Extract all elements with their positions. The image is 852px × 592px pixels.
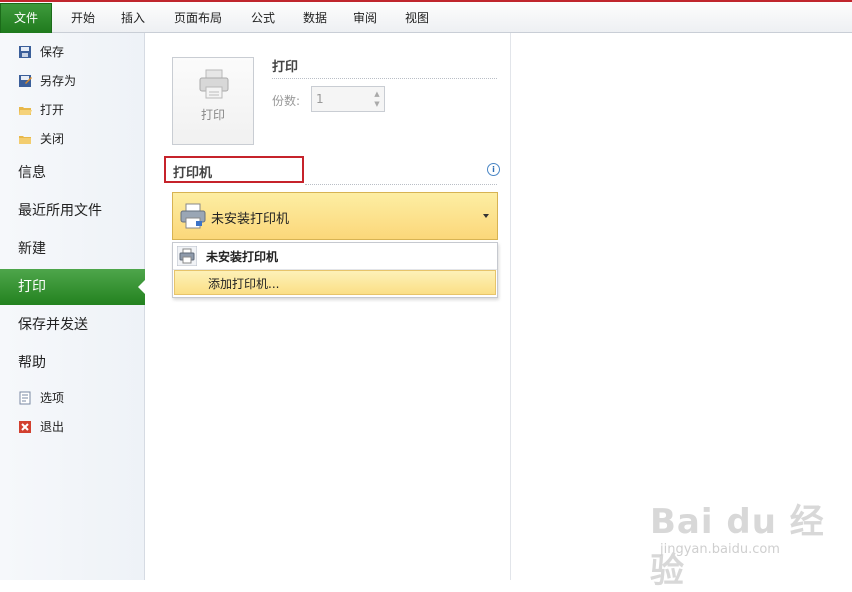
copies-value: 1 [316,92,324,106]
save-icon [19,46,31,58]
close-folder-icon [19,136,31,144]
sidebar-item-label: 信息 [18,165,46,181]
chevron-down-icon [483,214,489,218]
print-button-label: 打印 [200,108,225,122]
print-section-title: 打印 [272,60,299,75]
copies-label: 份数: [272,94,301,108]
sidebar-item-save-as[interactable]: 另存为 [0,68,145,94]
menu-item-label: 添加打印机... [208,277,280,291]
printer-icon [199,69,229,99]
tab-home[interactable]: 开始 [58,4,108,32]
printer-icon [177,246,197,266]
printer-dropdown-menu: 未安装打印机 添加打印机... [172,242,498,298]
printer-section-title: 打印机 [173,166,213,181]
watermark-url: jingyan.baidu.com [660,542,780,557]
options-icon [19,391,31,405]
tab-view[interactable]: 视图 [394,4,440,32]
tab-formulas[interactable]: 公式 [240,4,286,32]
menu-item-no-printer[interactable]: 未安装打印机 [173,243,497,270]
printer-dropdown-value: 未安装打印机 [211,212,290,227]
sidebar-item-label: 选项 [40,391,65,405]
sidebar-item-options[interactable]: 选项 [0,385,145,411]
spin-down-icon[interactable]: ▼ [372,99,382,109]
tab-data[interactable]: 数据 [292,4,338,32]
watermark: Bai du 经验 jingyan.baidu.com [650,490,850,591]
sidebar-item-label: 保存 [40,45,65,59]
sidebar-item-label: 关闭 [40,132,65,146]
sidebar-item-exit[interactable]: 退出 [0,414,145,440]
copies-stepper[interactable]: 1 ▲ ▼ [311,86,385,112]
sidebar-item-label: 帮助 [18,355,46,371]
exit-icon [19,421,31,433]
sidebar-item-label: 打开 [40,103,65,117]
tab-file[interactable]: 文件 [0,3,52,34]
spin-up-icon[interactable]: ▲ [372,89,382,99]
printer-dropdown[interactable]: 未安装打印机 [172,192,498,240]
sidebar-item-help[interactable]: 帮助 [0,345,145,381]
menu-item-add-printer[interactable]: 添加打印机... [174,270,496,295]
sidebar-item-label: 保存并发送 [18,317,88,333]
sidebar-item-save-send[interactable]: 保存并发送 [0,307,145,343]
print-button[interactable]: 打印 [172,57,254,145]
ribbon-tab-bar: 文件 开始 插入 页面布局 公式 数据 审阅 视图 [0,0,852,34]
sidebar-item-label: 新建 [18,241,46,257]
save-as-icon [19,75,32,87]
print-settings-panel: 打印 打印 份数: 1 ▲ ▼ 打印机 i 未安装打印机 未安装打印机 添加打印… [145,33,511,580]
sidebar-item-print[interactable]: 打印 [0,269,146,305]
sidebar-item-save[interactable]: 保存 [0,39,145,65]
open-folder-icon [19,107,32,115]
printer-icon [180,203,206,229]
sidebar-item-label: 打印 [18,279,46,295]
divider [272,78,497,79]
sidebar-item-open[interactable]: 打开 [0,97,145,123]
sidebar-item-label: 退出 [40,420,65,434]
sidebar-item-close[interactable]: 关闭 [0,126,145,152]
sidebar-item-label: 另存为 [40,74,77,88]
tab-page-layout[interactable]: 页面布局 [162,4,234,32]
divider [305,184,497,185]
menu-item-label: 未安装打印机 [206,250,279,264]
tab-review[interactable]: 审阅 [342,4,388,32]
backstage-sidebar: 保存 另存为 打开 关闭 信息 最近所用文件 新建 打印 保存并发送 帮助 选项… [0,33,146,580]
sidebar-item-info[interactable]: 信息 [0,155,145,191]
sidebar-item-new[interactable]: 新建 [0,231,145,267]
sidebar-item-label: 最近所用文件 [18,203,102,219]
tab-insert[interactable]: 插入 [110,4,156,32]
info-icon[interactable]: i [487,163,500,176]
sidebar-item-recent[interactable]: 最近所用文件 [0,193,145,229]
